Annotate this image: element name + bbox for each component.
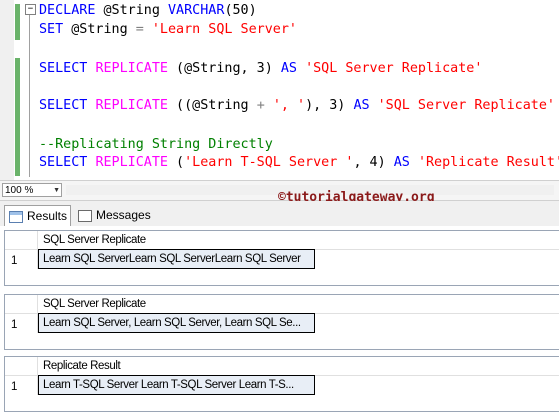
tab-results-label: Results: [27, 209, 68, 223]
results-pane: SQL Server Replicate 1 Learn SQL ServerL…: [0, 226, 559, 412]
tab-results[interactable]: Results: [4, 205, 71, 226]
result-cell[interactable]: Learn T-SQL Server Learn T-SQL Server Le…: [38, 375, 315, 395]
zoom-value: 100 %: [5, 185, 34, 196]
keyword: VARCHAR: [168, 3, 225, 18]
chevron-down-icon: ▼: [53, 187, 60, 194]
code-line-6: SELECT REPLICATE ('Learn T-SQL Server ',…: [39, 155, 559, 170]
column-header[interactable]: SQL Server Replicate: [37, 231, 443, 249]
code-line-5: --Replicating String Directly: [39, 137, 273, 153]
change-indicator: [15, 58, 20, 176]
column-header[interactable]: Replicate Result: [37, 357, 443, 375]
result-grid-3[interactable]: Replicate Result 1 Learn T-SQL Server Le…: [4, 356, 559, 412]
editor-gutter: [0, 0, 14, 180]
messages-icon: [78, 209, 92, 222]
code-line-4: SELECT REPLICATE ((@String + ', '), 3) A…: [39, 98, 555, 113]
outline-bracket: [29, 5, 35, 177]
result-cell[interactable]: Learn SQL Server, Learn SQL Server, Lear…: [38, 313, 315, 333]
keyword: DECLARE: [39, 3, 96, 18]
collapse-icon[interactable]: −: [25, 4, 36, 15]
results-tabbar: Results Messages: [0, 201, 559, 227]
tab-messages[interactable]: Messages: [74, 205, 154, 226]
row-number: 1: [11, 255, 18, 267]
comment: --Replicating String Directly: [39, 137, 273, 152]
result-cell[interactable]: Learn SQL ServerLearn SQL ServerLearn SQ…: [38, 249, 315, 269]
tab-messages-label: Messages: [96, 208, 151, 222]
code-line-3: SELECT REPLICATE (@String, 3) AS 'SQL Se…: [39, 61, 483, 76]
result-grid-1[interactable]: SQL Server Replicate 1 Learn SQL ServerL…: [4, 230, 559, 286]
change-indicator: [15, 4, 20, 40]
row-number: 1: [11, 381, 18, 393]
zoom-dropdown[interactable]: 100 % ▼: [2, 183, 62, 197]
code-line-1: DECLARE @String VARCHAR(50): [39, 3, 257, 18]
column-header[interactable]: SQL Server Replicate: [37, 295, 443, 313]
result-grid-2[interactable]: SQL Server Replicate 1 Learn SQL Server,…: [4, 294, 559, 350]
grid-icon: [9, 210, 23, 223]
code-line-2: SET @String = 'Learn SQL Server': [39, 22, 297, 37]
query-editor[interactable]: − DECLARE @String VARCHAR(50) SET @Strin…: [0, 0, 559, 180]
row-number: 1: [11, 319, 18, 331]
